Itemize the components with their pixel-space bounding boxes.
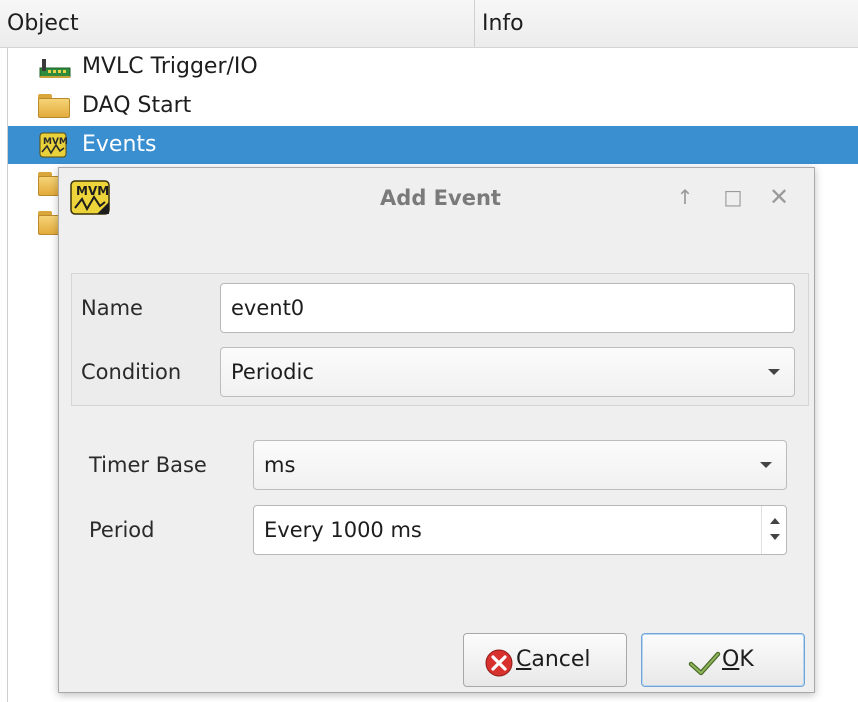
column-header-info[interactable]: Info [474,0,858,47]
ok-label: K [739,647,754,672]
io-board-icon [38,55,72,79]
condition-select[interactable]: Periodic [220,347,795,397]
close-icon: ✕ [768,183,790,211]
chevron-down-icon [760,462,772,468]
column-header-object[interactable]: Object [7,0,79,47]
tree-item-label: DAQ Start [82,93,192,118]
spin-up-icon[interactable] [770,518,780,524]
mvme-event-icon: MVM [38,132,72,158]
ok-mnemonic: O [722,647,740,672]
chevron-down-icon [768,369,780,375]
cancel-button[interactable]: Cancel [463,633,627,687]
tree-header: Object Info [0,0,858,48]
dialog-title: Add Event [380,186,501,210]
folder-icon [38,94,72,118]
period-label: Period [89,518,155,542]
tree-item-daq-start[interactable]: DAQ Start [8,87,858,125]
name-label: Name [81,296,143,320]
cancel-mnemonic: C [516,647,532,672]
ok-check-icon [688,646,721,676]
cancel-label: ancel [531,647,591,672]
tree-item-events[interactable]: MVM Events [8,126,858,164]
tree-item-label: Events [82,132,157,157]
timer-base-value: ms [264,453,296,477]
keep-above-button[interactable]: ↑ [671,183,699,211]
maximize-button[interactable]: □ [719,183,747,211]
condition-value: Periodic [231,360,314,384]
cancel-icon [484,646,514,677]
tree-item-label: MVLC Trigger/IO [82,54,258,79]
period-value: Every 1000 ms [264,518,422,542]
arrow-up-icon: ↑ [676,185,694,209]
spinbox-divider [761,506,762,554]
period-spinbox[interactable]: Every 1000 ms [253,505,787,555]
tree-item-mvlc-trigger-io[interactable]: MVLC Trigger/IO [8,48,858,86]
timer-base-label: Timer Base [89,453,207,477]
ok-button[interactable]: OK [641,633,805,687]
dialog-titlebar[interactable]: MVM Add Event ↑ □ ✕ [59,168,814,228]
close-button[interactable]: ✕ [765,183,793,211]
maximize-icon: □ [723,185,743,209]
spin-down-icon[interactable] [770,534,780,540]
condition-label: Condition [81,360,182,384]
name-input[interactable]: event0 [220,283,795,333]
timer-base-select[interactable]: ms [253,440,787,490]
add-event-dialog: MVM Add Event ↑ □ ✕ Name event0 Conditio… [58,167,815,693]
